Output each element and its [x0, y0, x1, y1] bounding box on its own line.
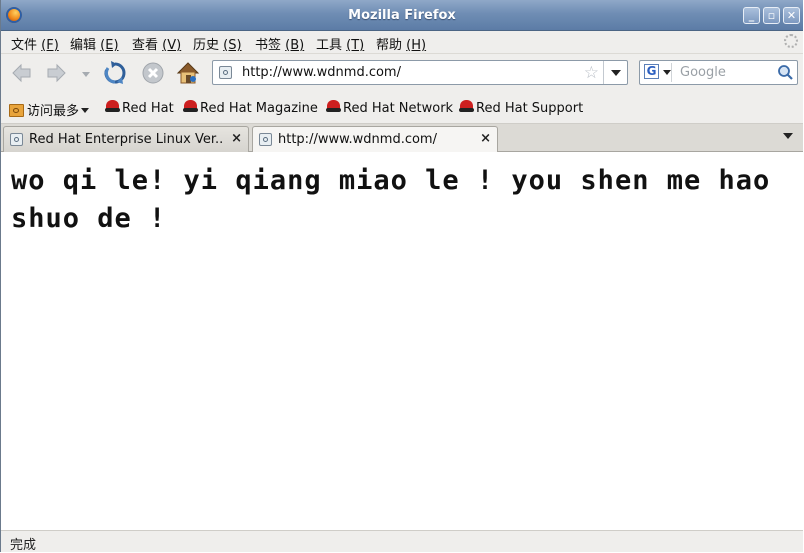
- tab-strip: Red Hat Enterprise Linux Ver... × http:/…: [1, 124, 803, 153]
- bookmark-red-hat-magazine[interactable]: Red Hat Magazine: [183, 100, 318, 116]
- search-engine-selector[interactable]: G: [642, 63, 672, 82]
- bookmark-red-hat-network[interactable]: Red Hat Network: [326, 100, 453, 116]
- close-tab-icon[interactable]: ×: [231, 131, 242, 146]
- tab-label: http://www.wdnmd.com/: [278, 132, 437, 147]
- page-favicon-icon: [259, 133, 272, 146]
- search-input[interactable]: Google: [680, 65, 726, 80]
- bookmark-red-hat-support[interactable]: Red Hat Support: [459, 100, 583, 116]
- tab-red-hat-enterprise-linux[interactable]: Red Hat Enterprise Linux Ver... ×: [3, 126, 249, 152]
- search-engine-dropdown-icon: [663, 70, 671, 75]
- back-arrow-icon[interactable]: [9, 60, 35, 86]
- chevron-down-icon: [81, 108, 90, 113]
- search-bar[interactable]: G Google: [639, 60, 798, 85]
- status-bar: 完成: [1, 530, 803, 553]
- site-favicon-icon: [219, 66, 232, 79]
- redhat-icon: [105, 100, 120, 114]
- menu-tools[interactable]: 工具 (T): [316, 34, 364, 53]
- history-dropdown-icon[interactable]: [77, 60, 95, 86]
- home-icon[interactable]: [175, 60, 201, 86]
- url-bar[interactable]: http://www.wdnmd.com/ ☆: [212, 60, 628, 85]
- redhat-icon: [326, 100, 341, 114]
- close-tab-icon[interactable]: ×: [480, 131, 491, 146]
- minimize-button[interactable]: _: [743, 7, 760, 24]
- smart-folder-icon: [9, 104, 24, 117]
- throbber-icon: [784, 34, 798, 48]
- menu-help[interactable]: 帮助 (H): [376, 34, 426, 53]
- redhat-icon: [459, 100, 474, 114]
- menu-edit[interactable]: 编辑 (E): [70, 34, 119, 53]
- bookmarks-toolbar: 访问最多 Red Hat Red Hat Magazine Red Hat Ne…: [1, 92, 803, 124]
- menu-bookmarks[interactable]: 书签 (B): [255, 34, 304, 53]
- tab-wdnmd[interactable]: http://www.wdnmd.com/ ×: [252, 126, 498, 153]
- url-dropdown-button[interactable]: [603, 61, 627, 84]
- browser-window: Mozilla Firefox _ ▫ ✕ 文件 (F) 编辑 (E) 查看 (…: [0, 0, 803, 553]
- status-text: 完成: [10, 538, 37, 553]
- tab-label: Red Hat Enterprise Linux Ver...: [29, 132, 223, 147]
- page-content: wo qi le! yi qiang miao le ! you shen me…: [2, 152, 802, 530]
- title-bar: Mozilla Firefox _ ▫ ✕: [1, 0, 803, 31]
- bookmark-red-hat[interactable]: Red Hat: [105, 100, 174, 116]
- bookmark-most-visited[interactable]: 访问最多: [9, 100, 90, 119]
- maximize-button[interactable]: ▫: [763, 7, 780, 24]
- forward-arrow-icon[interactable]: [43, 60, 69, 86]
- window-title: Mozilla Firefox: [348, 8, 456, 23]
- menu-history[interactable]: 历史 (S): [193, 34, 242, 53]
- tab-list-dropdown-icon[interactable]: [783, 133, 793, 139]
- page-favicon-icon: [10, 133, 23, 146]
- menu-bar: 文件 (F) 编辑 (E) 查看 (V) 历史 (S) 书签 (B) 工具 (T…: [1, 31, 803, 54]
- url-text[interactable]: http://www.wdnmd.com/: [242, 65, 401, 80]
- magnifier-icon[interactable]: [777, 64, 794, 81]
- menu-view[interactable]: 查看 (V): [132, 34, 181, 53]
- page-body-text: wo qi le! yi qiang miao le ! you shen me…: [11, 165, 771, 234]
- reload-icon[interactable]: [102, 60, 128, 86]
- close-window-button[interactable]: ✕: [783, 7, 800, 24]
- redhat-icon: [183, 100, 198, 114]
- star-icon[interactable]: ☆: [584, 63, 599, 83]
- stop-icon[interactable]: [140, 60, 166, 86]
- menu-file[interactable]: 文件 (F): [11, 34, 59, 53]
- google-icon: G: [644, 64, 659, 79]
